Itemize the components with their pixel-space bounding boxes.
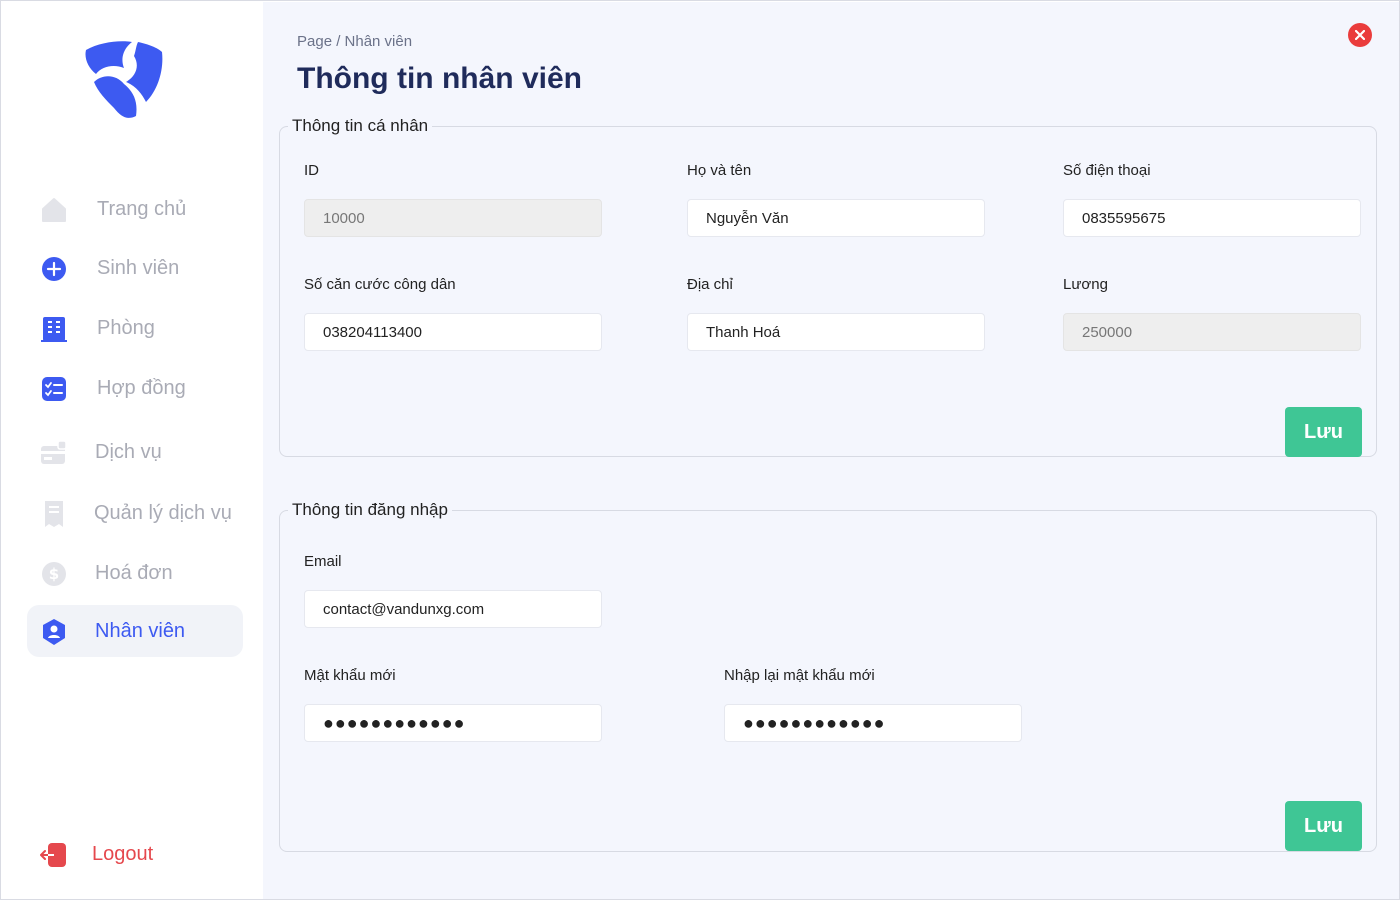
confirm-password-field[interactable]	[724, 704, 1022, 742]
sidebar-item-label: Dịch vụ	[95, 440, 162, 463]
close-button[interactable]	[1348, 23, 1372, 47]
dollar-icon: $	[40, 560, 68, 588]
sidebar-item-label: Sinh viên	[97, 256, 180, 279]
sidebar-item-hoa-don[interactable]: $ Hoá đơn	[27, 547, 243, 599]
sidebar-item-label: Trang chủ	[97, 197, 187, 220]
building-icon	[40, 315, 68, 343]
logout-icon	[40, 841, 68, 869]
full-name-field[interactable]	[687, 199, 985, 237]
address-label: Địa chỉ	[687, 276, 733, 293]
address-field[interactable]	[687, 313, 985, 351]
checklist-icon	[40, 375, 68, 403]
sidebar-item-label: Hợp đồng	[97, 376, 186, 399]
login-info-section: Thông tin đăng nhập Email Mật khẩu mới N…	[279, 500, 1377, 852]
sidebar-item-quan-ly-dich-vu[interactable]: Quản lý dịch vụ	[27, 487, 243, 539]
sidebar-item-label: Hoá đơn	[95, 561, 173, 584]
app-logo	[80, 38, 164, 122]
sidebar: Trang chủ Sinh viên Phòng Hợp đồng Dịch	[2, 2, 263, 899]
sidebar-item-phong[interactable]: Phòng	[27, 302, 243, 354]
id-field	[304, 199, 602, 237]
svg-text:$: $	[49, 565, 59, 583]
new-password-label: Mật khẩu mới	[304, 667, 396, 684]
sidebar-item-hop-dong[interactable]: Hợp đồng	[27, 362, 243, 414]
phone-field[interactable]	[1063, 199, 1361, 237]
citizen-id-field[interactable]	[304, 313, 602, 351]
logout-button[interactable]: Logout	[27, 828, 243, 880]
id-label: ID	[304, 162, 319, 179]
full-name-label: Họ và tên	[687, 162, 752, 179]
new-password-field[interactable]	[304, 704, 602, 742]
sidebar-item-sinh-vien[interactable]: Sinh viên	[27, 242, 243, 294]
breadcrumb: Page / Nhân viên	[297, 33, 413, 50]
citizen-id-label: Số căn cước công dân	[304, 276, 456, 293]
card-icon	[40, 439, 68, 467]
salary-field	[1063, 313, 1361, 351]
app-window: Trang chủ Sinh viên Phòng Hợp đồng Dịch	[0, 0, 1400, 900]
page-title: Thông tin nhân viên	[297, 62, 582, 95]
page-header: Page / Nhân viên Thông tin nhân viên	[263, 2, 1399, 100]
personal-info-legend: Thông tin cá nhân	[292, 116, 429, 135]
sidebar-item-nhan-vien[interactable]: Nhân viên	[27, 605, 243, 657]
confirm-password-label: Nhập lại mật khẩu mới	[724, 667, 875, 684]
user-shield-icon	[40, 618, 68, 646]
email-field[interactable]	[304, 590, 602, 628]
sidebar-item-trang-chu[interactable]: Trang chủ	[27, 183, 243, 235]
sidebar-item-label: Nhân viên	[95, 619, 186, 642]
login-info-legend: Thông tin đăng nhập	[292, 500, 448, 519]
logout-label: Logout	[92, 842, 154, 865]
email-label: Email	[304, 553, 342, 570]
add-circle-icon	[40, 255, 68, 283]
sidebar-item-dich-vu[interactable]: Dịch vụ	[27, 426, 243, 478]
phone-label: Số điện thoại	[1063, 162, 1151, 179]
home-icon	[40, 196, 68, 224]
sidebar-item-label: Phòng	[97, 316, 155, 339]
main-content: Page / Nhân viên Thông tin nhân viên Thô…	[263, 2, 1399, 899]
personal-info-section: Thông tin cá nhân ID Họ và tên Số điện t…	[279, 116, 1377, 457]
close-icon	[1355, 30, 1365, 40]
receipt-icon	[40, 500, 68, 528]
salary-label: Lương	[1063, 276, 1108, 293]
save-login-button[interactable]: Lưu	[1285, 801, 1362, 851]
sidebar-item-label: Quản lý dịch vụ	[94, 501, 232, 524]
save-personal-button[interactable]: Lưu	[1285, 407, 1362, 457]
